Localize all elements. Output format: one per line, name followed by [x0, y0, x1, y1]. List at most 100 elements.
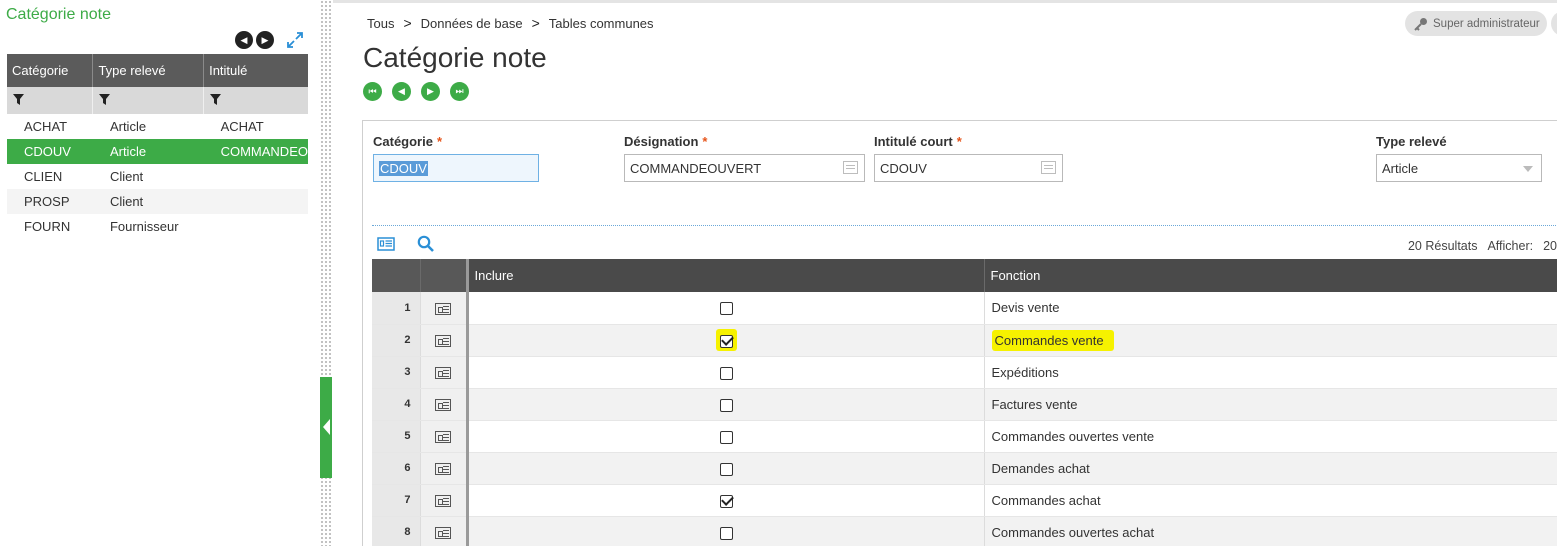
search-icon[interactable] — [417, 235, 434, 252]
last-record-icon[interactable]: ⏭ — [450, 82, 469, 101]
page-size-select[interactable]: 20 — [1543, 239, 1557, 253]
function-cell: Commandes achat — [984, 484, 1557, 517]
function-cell: Factures vente — [984, 388, 1557, 421]
categorie-label: Catégorie * — [373, 134, 443, 149]
highlight-mark — [715, 329, 737, 351]
user-label: Super administrateur — [1433, 17, 1540, 30]
row-detail-icon[interactable] — [435, 302, 451, 315]
filter-icon[interactable] — [203, 87, 308, 114]
functions-grid: Inclure Fonction 1 Devis vente 2 Command… — [372, 259, 1557, 546]
breadcrumb-item-tous[interactable]: Tous — [367, 16, 394, 31]
include-cell — [467, 388, 985, 421]
filter-icon[interactable] — [7, 87, 94, 114]
row-number: 7 — [372, 484, 421, 517]
include-checkbox[interactable] — [719, 494, 733, 508]
section-divider — [372, 225, 1557, 226]
row-detail-icon[interactable] — [435, 367, 451, 380]
key-icon — [1414, 17, 1427, 31]
collapse-panel-handle[interactable] — [320, 377, 332, 478]
categorie-input[interactable]: CDOUV — [373, 154, 539, 182]
previous-icon[interactable]: ◀ — [235, 31, 253, 49]
row-number: 1 — [372, 292, 421, 325]
row-number: 8 — [372, 516, 421, 546]
breadcrumb-item-tables-communes[interactable]: Tables communes — [549, 16, 654, 31]
function-cell: Expéditions — [984, 356, 1557, 389]
filter-icon[interactable] — [92, 87, 205, 114]
include-cell — [467, 516, 985, 546]
grid-header-function[interactable]: Fonction — [984, 259, 1557, 292]
row-detail-icon[interactable] — [435, 431, 451, 444]
next-record-icon[interactable]: ▶ — [421, 82, 440, 101]
list-item[interactable]: CLIEN Client — [7, 164, 308, 189]
include-checkbox[interactable] — [719, 334, 733, 348]
include-checkbox[interactable] — [719, 462, 733, 476]
expand-icon[interactable] — [285, 30, 305, 50]
list-cell-type: Fournisseur — [109, 219, 179, 234]
table-row: 1 Devis vente — [372, 292, 1557, 325]
list-cell-intitule — [204, 214, 308, 239]
table-row: 4 Factures vente — [372, 388, 1557, 421]
translation-icon[interactable] — [843, 161, 858, 174]
detail-view-icon[interactable] — [377, 236, 395, 251]
list-cell-type: Article — [109, 119, 147, 134]
row-detail-cell — [420, 388, 469, 421]
list-item[interactable]: PROSP Client — [7, 189, 308, 214]
translation-icon[interactable] — [1041, 161, 1056, 174]
include-checkbox[interactable] — [719, 430, 733, 444]
row-detail-icon[interactable] — [435, 463, 451, 476]
left-panel: Catégorie note ◀ ▶ Catégorie Type relevé… — [0, 0, 318, 546]
breadcrumb-item-donnees-de-base[interactable]: Données de base — [421, 16, 523, 31]
row-detail-cell — [420, 356, 469, 389]
row-detail-cell — [420, 324, 469, 357]
column-header-intitule[interactable]: Intitulé — [203, 54, 308, 87]
breadcrumb: Tous > Données de base > Tables communes — [367, 15, 654, 31]
list-cell-intitule: ACHAT — [220, 119, 264, 134]
page-title: Catégorie note — [363, 42, 547, 73]
include-checkbox[interactable] — [719, 366, 733, 380]
include-cell — [467, 420, 985, 453]
list-cell-type: Article — [92, 139, 204, 164]
grid-toolbar — [377, 235, 434, 252]
include-checkbox[interactable] — [719, 398, 733, 412]
table-row: 8 Commandes ouvertes achat — [372, 516, 1557, 546]
include-checkbox[interactable] — [719, 302, 733, 316]
intitule-court-input[interactable]: CDOUV — [874, 154, 1063, 182]
previous-record-icon[interactable]: ◀ — [392, 82, 411, 101]
list-item[interactable]: FOURN Fournisseur — [7, 214, 308, 239]
grid-header-include[interactable]: Inclure — [467, 259, 985, 292]
function-cell: Commandes ouvertes vente — [984, 420, 1557, 453]
list-item-selected[interactable]: CDOUV Article COMMANDEO — [7, 139, 308, 164]
left-panel-title: Catégorie note — [6, 6, 111, 23]
include-cell — [467, 356, 985, 389]
results-info: 20 Résultats Afficher: 20 — [1408, 239, 1557, 253]
function-text-highlighted: Commandes vente — [991, 329, 1114, 351]
category-list-table: Catégorie Type relevé Intitulé ACHAT Art… — [7, 54, 308, 239]
app-root: Catégorie note ◀ ▶ Catégorie Type relevé… — [0, 0, 1557, 546]
include-cell — [467, 324, 985, 357]
list-item[interactable]: ACHAT Article ACHAT — [7, 114, 308, 139]
grid-header-row-number — [372, 259, 421, 292]
next-icon[interactable]: ▶ — [256, 31, 274, 49]
breadcrumb-separator: > — [531, 15, 540, 31]
row-number: 3 — [372, 356, 421, 389]
chevron-down-icon — [1523, 166, 1533, 172]
show-label: Afficher: — [1487, 239, 1534, 253]
row-number: 6 — [372, 452, 421, 485]
user-extra-button[interactable] — [1551, 11, 1557, 36]
list-cell-type: Client — [92, 189, 204, 214]
row-detail-icon[interactable] — [435, 495, 451, 508]
column-header-type-releve[interactable]: Type relevé — [92, 54, 205, 87]
user-menu-button[interactable]: Super administrateur — [1405, 11, 1547, 36]
row-detail-icon[interactable] — [435, 527, 451, 540]
first-record-icon[interactable]: ⏮ — [363, 82, 382, 101]
list-cell-type: Client — [109, 169, 144, 184]
column-header-categorie[interactable]: Catégorie — [7, 54, 94, 87]
designation-input[interactable]: COMMANDEOUVERT — [624, 154, 865, 182]
type-releve-field: Type relevé Article — [1376, 134, 1542, 182]
row-detail-icon[interactable] — [435, 399, 451, 412]
table-row: 6 Demandes achat — [372, 452, 1557, 485]
include-cell — [467, 452, 985, 485]
include-checkbox[interactable] — [719, 526, 733, 540]
type-releve-select[interactable]: Article — [1376, 154, 1542, 182]
row-detail-icon[interactable] — [435, 335, 451, 348]
